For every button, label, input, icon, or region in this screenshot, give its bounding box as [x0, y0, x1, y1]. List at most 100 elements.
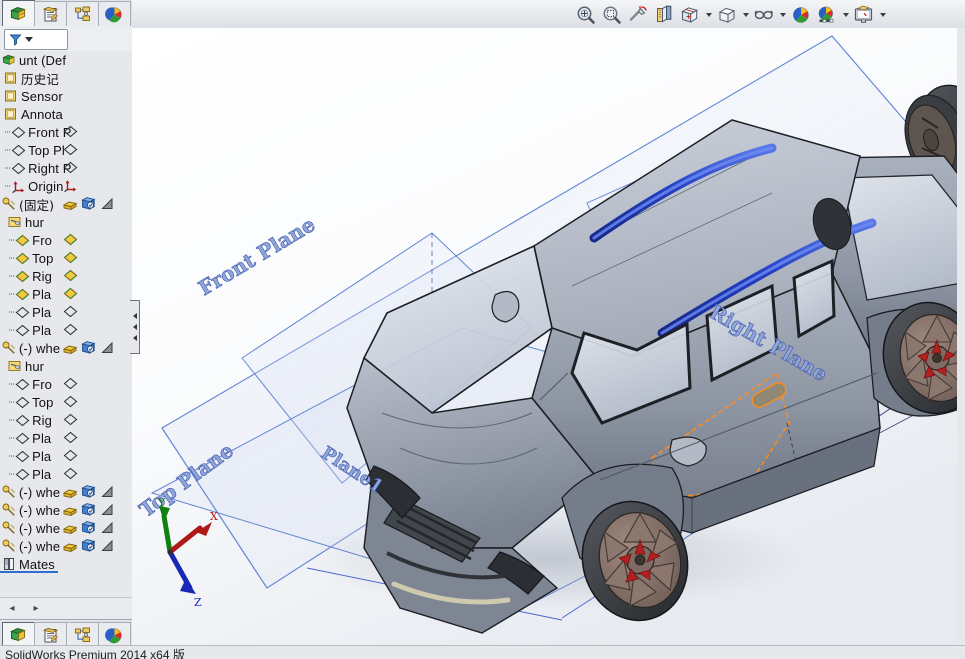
tree-item-6[interactable]: ∙∙∙Right P: [0, 159, 132, 177]
tree-col-icon-plane[interactable]: [63, 466, 78, 481]
apply-scene-icon[interactable]: [814, 2, 840, 28]
graphics-viewport[interactable]: Front Plane Top Plane Right Plane Plane1…: [132, 28, 965, 645]
tree-item-5[interactable]: ∙∙∙Top Pl: [0, 141, 132, 159]
tree-item-20[interactable]: ∙∙∙Rig: [0, 411, 132, 429]
tree-col-icon-tri[interactable]: [100, 538, 115, 553]
tree-col-icon-plane[interactable]: [63, 376, 78, 391]
tree-col-icon-plane[interactable]: [63, 160, 78, 175]
tree-item-28[interactable]: Mates: [0, 555, 132, 573]
tree-col-icon-tri[interactable]: [100, 502, 115, 517]
tree-item-label: (-) whe: [19, 341, 60, 356]
tree-col-icon-tri[interactable]: [100, 340, 115, 355]
tree-col-icon-blue[interactable]: [81, 196, 96, 211]
tree-item-27[interactable]: (-) whe: [0, 537, 132, 555]
configuration-manager-tab[interactable]: [66, 1, 99, 27]
tree-item-17[interactable]: hur: [0, 357, 132, 375]
feature-manager-tab[interactable]: [2, 0, 35, 27]
tree-col-icon-gold[interactable]: [63, 538, 78, 553]
view-settings-icon[interactable]: [851, 2, 877, 28]
tree-col-icon-gold[interactable]: [63, 340, 78, 355]
tree-item-16[interactable]: (-) whe: [0, 339, 132, 357]
tree-col-icon-blue[interactable]: [81, 484, 96, 499]
tree-col-icon-blue[interactable]: [81, 502, 96, 517]
display-style-chevron-down-icon[interactable]: [740, 2, 751, 28]
tree-item-1[interactable]: 历史记: [0, 69, 132, 87]
tree-item-13[interactable]: ∙∙∙Pla: [0, 285, 132, 303]
tree-col-icon-plane[interactable]: [63, 430, 78, 445]
tree-col-icon-plane[interactable]: [63, 412, 78, 427]
tree-col-icon-planegold[interactable]: [63, 250, 78, 265]
tree-filter-input[interactable]: [4, 29, 68, 50]
tree-item-9[interactable]: hur: [0, 213, 132, 231]
view-orientation-chevron-down-icon[interactable]: [703, 2, 714, 28]
tree-col-icon-tri[interactable]: [100, 520, 115, 535]
tree-col-icon-blue[interactable]: [81, 340, 96, 355]
tree-col-icon-plane[interactable]: [63, 394, 78, 409]
tree-item-4[interactable]: ∙∙∙Front P: [0, 123, 132, 141]
tree-item-0[interactable]: unt (Def: [0, 51, 132, 69]
filter-chevron-down-icon[interactable]: [25, 37, 33, 42]
tree-item-8[interactable]: (固定): [0, 195, 132, 213]
tree-item-3[interactable]: Annota: [0, 105, 132, 123]
tree-col-icon-gold[interactable]: [63, 484, 78, 499]
tree-col-icon-plane[interactable]: [63, 124, 78, 139]
tree-item-label: Top: [32, 251, 53, 266]
tree-item-14[interactable]: ∙∙∙Pla: [0, 303, 132, 321]
tree-item-25[interactable]: (-) whe: [0, 501, 132, 519]
property-manager-tab[interactable]: [34, 1, 67, 27]
section-view-icon[interactable]: [651, 2, 677, 28]
tree-item-15[interactable]: ∙∙∙Pla: [0, 321, 132, 339]
panel-splitter-handle[interactable]: [130, 300, 140, 354]
tree-item-23[interactable]: ∙∙∙Pla: [0, 465, 132, 483]
tree-col-icon-blue[interactable]: [81, 538, 96, 553]
tree-item-2[interactable]: Sensor: [0, 87, 132, 105]
manager-tab-bar-bottom: [0, 619, 132, 648]
tree-item-19[interactable]: ∙∙∙Top: [0, 393, 132, 411]
scroll-right-arrow[interactable]: ▸: [30, 602, 42, 614]
assembly-icon: [2, 53, 17, 68]
tree-col-icon-tri[interactable]: [100, 484, 115, 499]
tree-col-icon-gold[interactable]: [63, 520, 78, 535]
tree-col-icon-planegold[interactable]: [63, 286, 78, 301]
tree-col-icon-planegold[interactable]: [63, 268, 78, 283]
feature-manager-tree[interactable]: unt (Def历史记SensorAnnota∙∙∙Front P∙∙∙Top …: [0, 51, 132, 597]
view-orientation-icon[interactable]: [677, 2, 703, 28]
tree-col-icon-tri[interactable]: [100, 196, 115, 211]
tree-item-7[interactable]: ∙∙∙Origin: [0, 177, 132, 195]
tree-item-26[interactable]: (-) whe: [0, 519, 132, 537]
apply-scene-chevron-down-icon[interactable]: [840, 2, 851, 28]
tree-item-content: (-) whe: [0, 539, 60, 554]
edit-appearance-icon[interactable]: [788, 2, 814, 28]
display-style-icon[interactable]: [714, 2, 740, 28]
previous-view-icon[interactable]: [625, 2, 651, 28]
tree-col-icon-blue[interactable]: [81, 520, 96, 535]
tree-item-12[interactable]: ∙∙∙Rig: [0, 267, 132, 285]
history-icon: [8, 215, 23, 230]
tree-col-icon-planegold[interactable]: [63, 232, 78, 247]
tree-col-icon-plane[interactable]: [63, 142, 78, 157]
tree-col-icon-plane[interactable]: [63, 448, 78, 463]
hide-show-items-icon[interactable]: [751, 2, 777, 28]
scroll-left-arrow[interactable]: ◂: [6, 602, 18, 614]
tree-col-icon-gold[interactable]: [63, 196, 78, 211]
tree-connector-dots: ∙∙∙: [8, 324, 15, 336]
tree-col-icon-plane[interactable]: [63, 322, 78, 337]
tree-item-content: ∙∙∙Pla: [0, 287, 51, 302]
tree-hscrollbar[interactable]: ◂ ▸: [0, 597, 132, 618]
tree-item-18[interactable]: ∙∙∙Fro: [0, 375, 132, 393]
hide-show-items-chevron-down-icon[interactable]: [777, 2, 788, 28]
tree-item-21[interactable]: ∙∙∙Pla: [0, 429, 132, 447]
tree-item-24[interactable]: (-) whe: [0, 483, 132, 501]
tree-item-10[interactable]: ∙∙∙Fro: [0, 231, 132, 249]
display-manager-tab[interactable]: [98, 1, 131, 27]
view-settings-chevron-down-icon[interactable]: [877, 2, 888, 28]
tree-col-icon-gold[interactable]: [63, 502, 78, 517]
tree-col-icon-plane[interactable]: [63, 304, 78, 319]
tree-item-11[interactable]: ∙∙∙Top: [0, 249, 132, 267]
zoom-to-fit-icon[interactable]: [573, 2, 599, 28]
svg-text:X: X: [210, 510, 218, 523]
tree-col-icon-origin[interactable]: [63, 178, 78, 193]
tree-item-22[interactable]: ∙∙∙Pla: [0, 447, 132, 465]
tree-connector-dots: ∙∙∙: [8, 396, 15, 408]
zoom-to-area-icon[interactable]: [599, 2, 625, 28]
